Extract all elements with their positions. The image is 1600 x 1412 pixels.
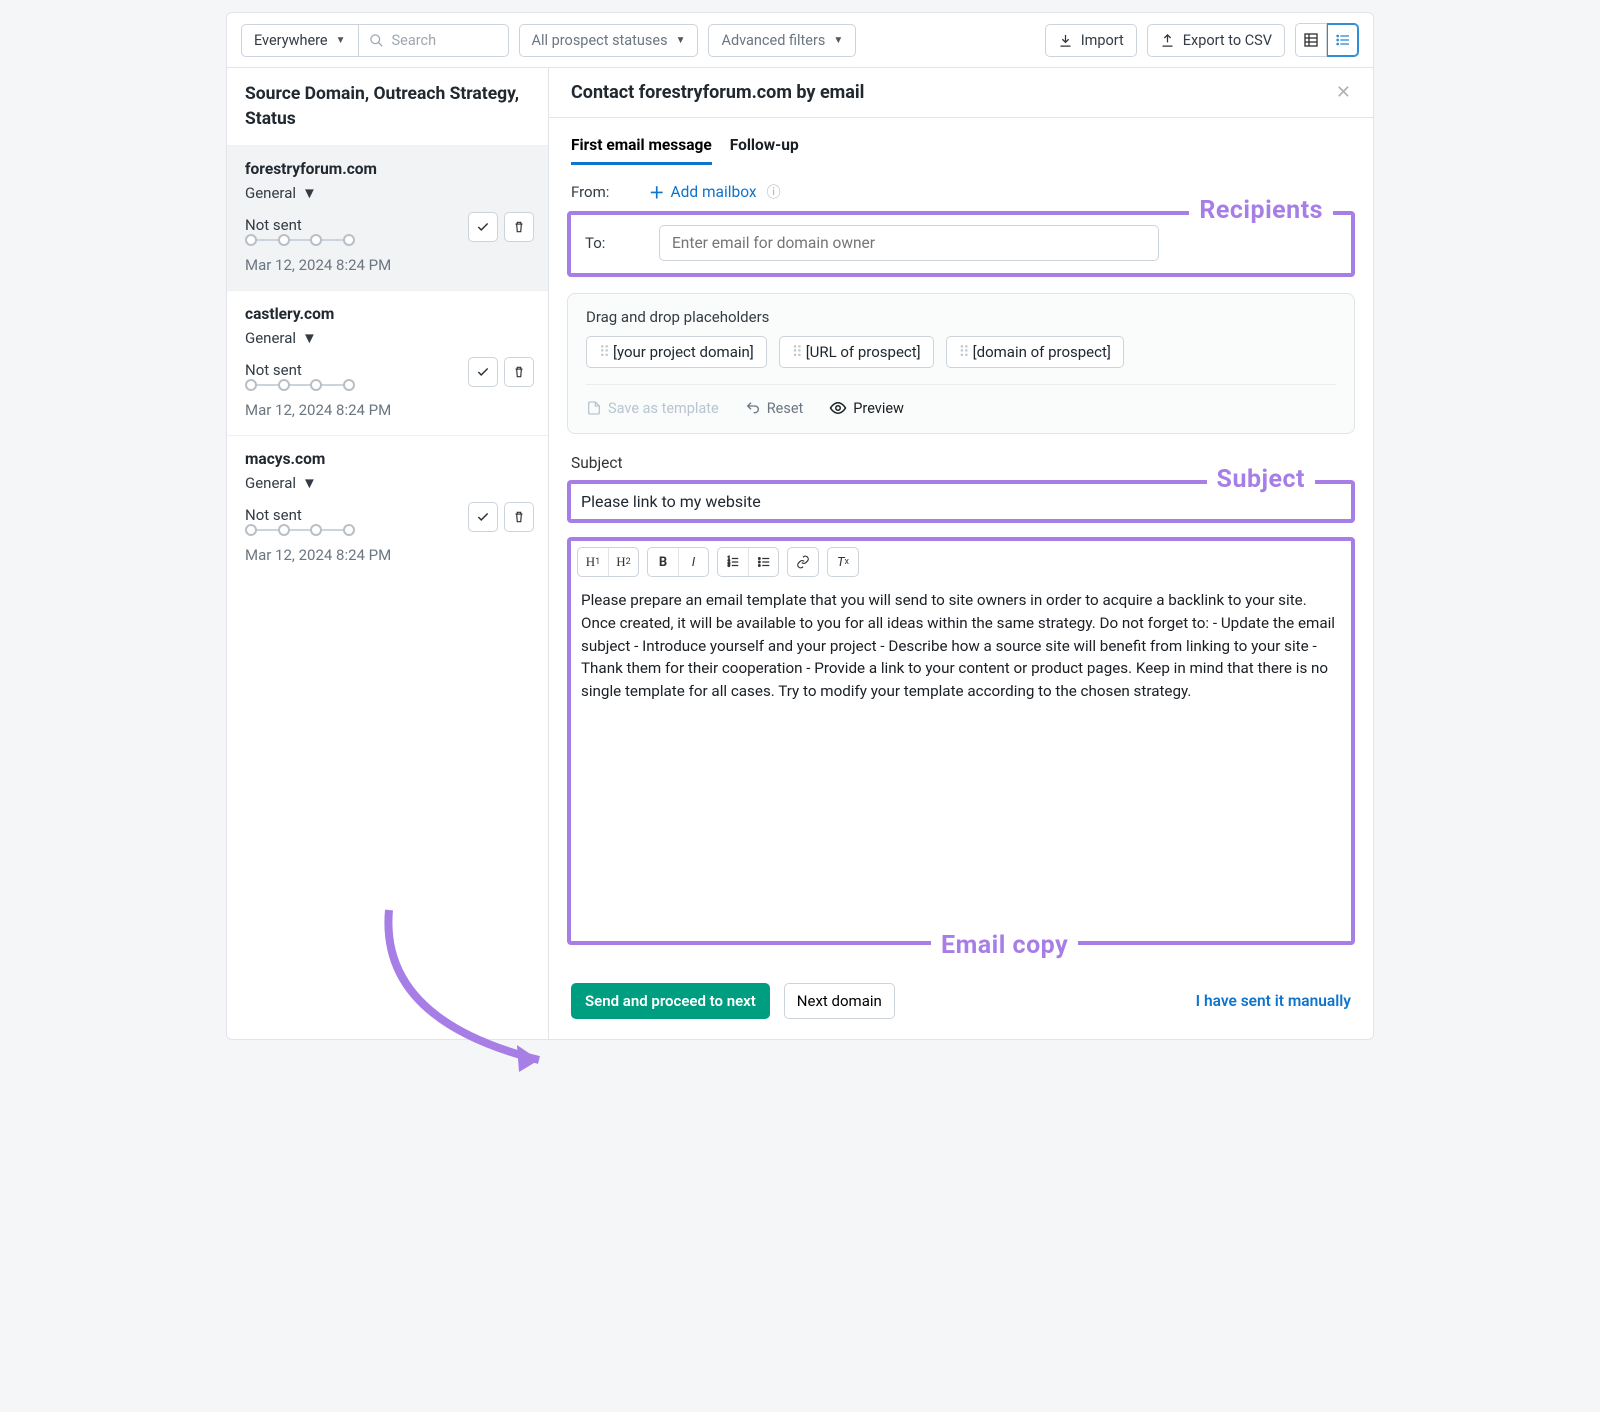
tab-first-email[interactable]: First email message	[571, 136, 712, 165]
to-input[interactable]	[659, 225, 1159, 261]
bold-button[interactable]: B	[648, 548, 678, 576]
placeholders-panel: Drag and drop placeholders ⠿[your projec…	[567, 293, 1355, 434]
placeholder-chip[interactable]: ⠿[URL of prospect]	[779, 336, 934, 368]
sidebar-date: Mar 12, 2024 8:24 PM	[245, 256, 530, 274]
placeholder-chip[interactable]: ⠿[your project domain]	[586, 336, 767, 368]
scope-dropdown[interactable]: Everywhere ▼	[241, 24, 359, 57]
sidebar-domain: forestryforum.com	[245, 160, 530, 178]
view-toggle	[1295, 23, 1359, 57]
save-template-link[interactable]: Save as template	[586, 400, 719, 417]
content-body: Source Domain, Outreach Strategy, Status…	[227, 68, 1373, 1039]
tab-bar: First email message Follow-up	[549, 118, 1373, 165]
check-button[interactable]	[468, 502, 498, 532]
tab-follow-up[interactable]: Follow-up	[730, 136, 799, 165]
send-proceed-button[interactable]: Send and proceed to next	[571, 983, 770, 1019]
annotation-email-copy: Email copy	[931, 931, 1078, 960]
status-filter-label: All prospect statuses	[532, 32, 668, 49]
close-icon[interactable]: ✕	[1336, 82, 1351, 103]
search-input-wrap[interactable]: Search	[359, 24, 509, 57]
sidebar-strategy[interactable]: General ▼	[245, 184, 530, 202]
preview-link[interactable]: Preview	[829, 399, 904, 417]
subject-highlight: Subject Please link to my website	[567, 480, 1355, 523]
list-view-icon[interactable]	[1327, 23, 1359, 57]
status-filter-dropdown[interactable]: All prospect statuses ▼	[519, 24, 699, 57]
annotation-subject: Subject	[1207, 465, 1315, 494]
sidebar: Source Domain, Outreach Strategy, Status…	[227, 68, 549, 1039]
email-body-textarea[interactable]: Please prepare an email template that yo…	[571, 583, 1351, 713]
from-label: From:	[571, 183, 619, 201]
import-button[interactable]: Import	[1045, 24, 1137, 57]
editor-toolbar: H1 H2 B I 123 Tx	[571, 541, 1351, 583]
delete-button[interactable]	[504, 502, 534, 532]
chevron-down-icon: ▼	[302, 329, 317, 347]
recipients-highlight: Recipients To:	[567, 211, 1355, 277]
svg-text:3: 3	[728, 563, 731, 568]
progress-indicator	[245, 524, 355, 536]
plus-icon: ＋	[649, 181, 665, 203]
check-button[interactable]	[468, 357, 498, 387]
chevron-down-icon: ▼	[302, 474, 317, 492]
h2-button[interactable]: H2	[608, 548, 638, 576]
sidebar-item[interactable]: macys.com General ▼ Not sent Mar 12, 202…	[227, 435, 548, 580]
placeholder-chip[interactable]: ⠿[domain of prospect]	[946, 336, 1124, 368]
ordered-list-button[interactable]: 123	[718, 548, 748, 576]
sidebar-date: Mar 12, 2024 8:24 PM	[245, 401, 530, 419]
sidebar-strategy[interactable]: General ▼	[245, 329, 530, 347]
chevron-down-icon: ▼	[302, 184, 317, 202]
sidebar-item[interactable]: castlery.com General ▼ Not sent Mar 12, …	[227, 290, 548, 435]
advanced-filters-label: Advanced filters	[721, 32, 825, 49]
grip-icon: ⠿	[599, 343, 607, 361]
main-title: Contact forestryforum.com by email	[571, 82, 864, 103]
info-icon[interactable]: ⓘ	[767, 182, 781, 202]
chevron-down-icon: ▼	[833, 35, 843, 46]
reset-link[interactable]: Reset	[745, 400, 804, 417]
export-button[interactable]: Export to CSV	[1147, 24, 1285, 57]
link-button[interactable]	[788, 548, 818, 576]
next-domain-button[interactable]: Next domain	[784, 983, 895, 1019]
main-panel: Contact forestryforum.com by email ✕ Fir…	[549, 68, 1373, 1039]
h1-button[interactable]: H1	[578, 548, 608, 576]
chevron-down-icon: ▼	[676, 35, 686, 46]
sidebar-domain: macys.com	[245, 450, 530, 468]
check-button[interactable]	[468, 212, 498, 242]
bullet-list-button[interactable]	[748, 548, 778, 576]
search-placeholder: Search	[392, 32, 437, 49]
search-icon	[369, 33, 384, 48]
advanced-filters-dropdown[interactable]: Advanced filters ▼	[708, 24, 856, 57]
app-window: Everywhere ▼ Search All prospect statuse…	[226, 12, 1374, 1040]
placeholders-title: Drag and drop placeholders	[586, 308, 1336, 326]
sidebar-date: Mar 12, 2024 8:24 PM	[245, 546, 530, 564]
main-header: Contact forestryforum.com by email ✕	[549, 68, 1373, 118]
clear-format-button[interactable]: Tx	[828, 548, 858, 576]
progress-indicator	[245, 234, 355, 246]
grip-icon: ⠿	[792, 343, 800, 361]
export-label: Export to CSV	[1183, 32, 1272, 49]
sidebar-item[interactable]: forestryforum.com General ▼ Not sent Mar…	[227, 145, 548, 290]
table-view-icon[interactable]	[1295, 23, 1327, 57]
sent-manually-link[interactable]: I have sent it manually	[1196, 992, 1351, 1010]
add-mailbox-link[interactable]: ＋ Add mailbox ⓘ	[649, 181, 781, 203]
chevron-down-icon: ▼	[336, 35, 346, 46]
italic-button[interactable]: I	[678, 548, 708, 576]
scope-label: Everywhere	[254, 32, 328, 49]
annotation-recipients: Recipients	[1189, 196, 1333, 225]
subject-input[interactable]: Please link to my website	[581, 492, 1341, 511]
top-toolbar: Everywhere ▼ Search All prospect statuse…	[227, 13, 1373, 68]
import-label: Import	[1081, 32, 1124, 49]
to-label: To:	[585, 234, 619, 252]
delete-button[interactable]	[504, 357, 534, 387]
delete-button[interactable]	[504, 212, 534, 242]
grip-icon: ⠿	[959, 343, 967, 361]
sidebar-strategy[interactable]: General ▼	[245, 474, 530, 492]
email-body-highlight: H1 H2 B I 123 Tx	[567, 537, 1355, 945]
sidebar-title: Source Domain, Outreach Strategy, Status	[227, 68, 548, 145]
progress-indicator	[245, 379, 355, 391]
footer-actions: Send and proceed to next Next domain I h…	[549, 975, 1373, 1039]
sidebar-domain: castlery.com	[245, 305, 530, 323]
